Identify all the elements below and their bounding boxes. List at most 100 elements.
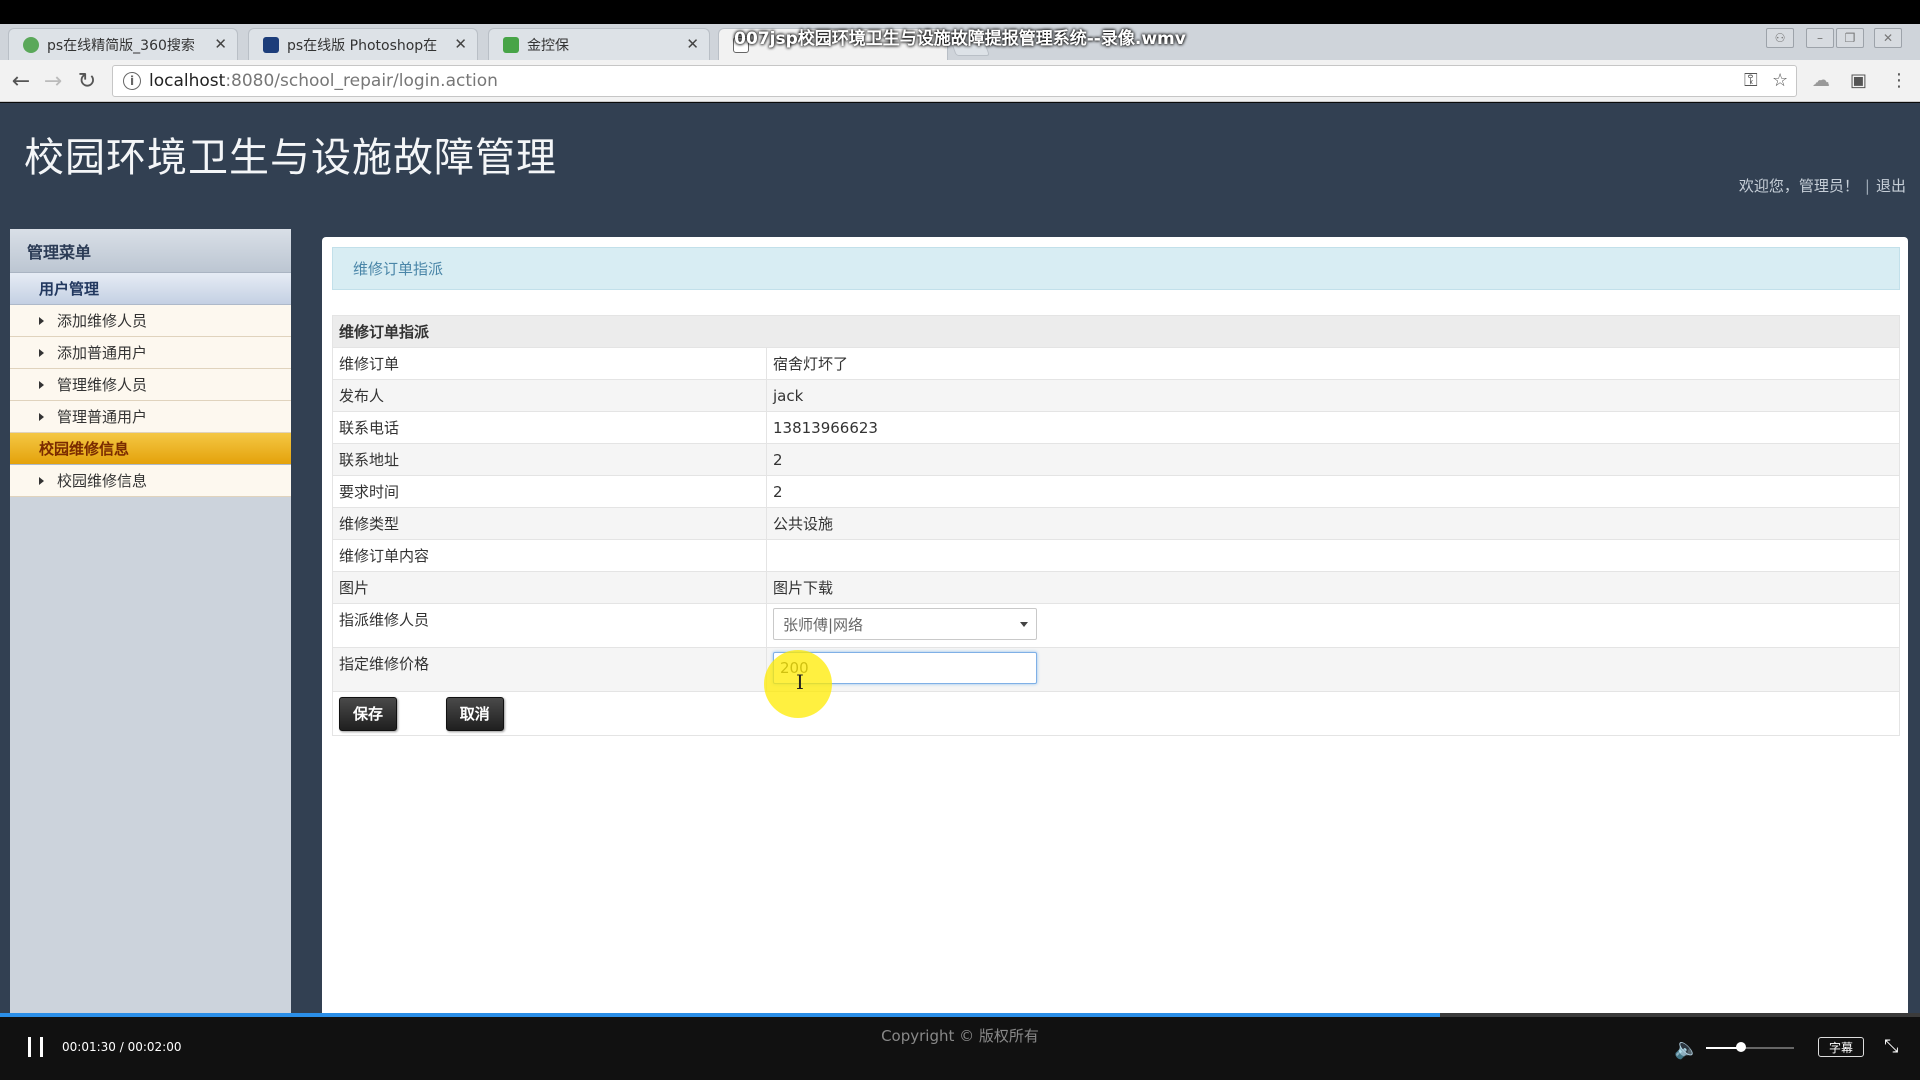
caret-right-icon — [39, 412, 44, 421]
table-row: 图片 图片下载 — [332, 571, 1900, 604]
url-host: localhost — [149, 71, 226, 91]
browser-tabstrip: ps在线精简版_360搜索 ✕ ps在线版 Photoshop在 ✕ 金控保 ✕… — [0, 24, 1920, 60]
caret-right-icon — [39, 316, 44, 325]
star-icon[interactable]: ☆ — [1772, 70, 1788, 91]
volume-knob[interactable] — [1736, 1042, 1746, 1052]
field-value: 2 — [766, 443, 1900, 476]
back-icon[interactable]: ← — [8, 68, 34, 94]
table-row: 发布人 jack — [332, 379, 1900, 412]
field-label: 维修类型 — [332, 507, 767, 540]
tab-title: ps在线精简版_360搜索 — [47, 37, 195, 54]
menu-item-label: 管理普通用户 — [57, 408, 148, 426]
table-header-row: 维修订单指派 — [332, 315, 1900, 348]
table-row: 维修订单 宿舍灯坏了 — [332, 347, 1900, 380]
user-icon[interactable]: ⚇ — [1766, 28, 1794, 48]
volume-slider[interactable] — [1706, 1047, 1794, 1049]
video-player: ps在线精简版_360搜索 ✕ ps在线版 Photoshop在 ✕ 金控保 ✕… — [0, 0, 1920, 1080]
chevron-down-icon — [1020, 622, 1028, 627]
tab-title: 金控保 — [527, 37, 569, 54]
field-label: 联系地址 — [332, 443, 767, 476]
menu-group-user-management[interactable]: 用户管理 — [10, 273, 291, 305]
forward-icon[interactable]: → — [40, 68, 66, 94]
form-title: 维修订单指派 — [332, 315, 1900, 348]
web-page: 校园环境卫生与设施故障管理 欢迎您，管理员！ | 退出 管理菜单 用户管理 添加维修… — [0, 103, 1920, 1020]
logout-link[interactable]: 退出 — [1876, 177, 1906, 195]
browser-tab-1[interactable]: ps在线精简版_360搜索 ✕ — [8, 28, 238, 60]
table-row: 维修订单内容 — [332, 539, 1900, 572]
actions-cell: 保存 取消 — [332, 691, 1900, 736]
menu-item-manage-user[interactable]: 管理普通用户 — [10, 401, 291, 433]
browser-tab-4[interactable] — [718, 28, 948, 60]
subtitle-button[interactable]: 字幕 — [1818, 1037, 1864, 1057]
menu-item-label: 添加普通用户 — [57, 344, 148, 362]
close-icon[interactable]: ✕ — [686, 35, 699, 53]
info-icon[interactable]: i — [123, 72, 141, 90]
assign-form-table: 维修订单指派 维修订单 宿舍灯坏了 发布人 jack 联系电话 13813966623… — [332, 315, 1900, 736]
field-label: 指派维修人员 — [332, 603, 767, 648]
field-value: 公共设施 — [766, 507, 1900, 540]
menu-item-add-repairman[interactable]: 添加维修人员 — [10, 305, 291, 337]
close-window-icon[interactable]: ✕ — [1874, 28, 1902, 48]
volume-icon[interactable]: 🔈 — [1674, 1036, 1699, 1060]
caret-right-icon — [39, 380, 44, 389]
field-label: 维修订单内容 — [332, 539, 767, 572]
table-row: 联系地址 2 — [332, 443, 1900, 476]
table-row: 指定维修价格 — [332, 647, 1900, 692]
key-icon[interactable]: ⚿ — [1744, 70, 1758, 91]
site-title: 校园环境卫生与设施故障管理 — [24, 135, 557, 181]
field-value — [766, 539, 1900, 572]
reload-icon[interactable]: ↻ — [74, 68, 100, 94]
close-icon[interactable]: ✕ — [214, 35, 227, 53]
field-value — [766, 647, 1900, 692]
cloud-icon[interactable]: ☁ — [1812, 70, 1830, 91]
field-value: 张师傅|网络 — [766, 603, 1900, 648]
separator: | — [1864, 177, 1870, 195]
menu-item-repair-info[interactable]: 校园维修信息 — [10, 465, 291, 497]
table-row: 联系电话 13813966623 — [332, 411, 1900, 444]
new-tab-button[interactable] — [947, 34, 991, 56]
field-value: 宿舍灯坏了 — [766, 347, 1900, 380]
sidebar: 管理菜单 用户管理 添加维修人员 添加普通用户 管理维修人员 管理普通用户 校园… — [10, 229, 291, 1020]
welcome-text: 欢迎您，管理员！ — [1738, 177, 1859, 195]
select-value: 张师傅|网络 — [783, 615, 864, 634]
close-icon[interactable]: ✕ — [454, 35, 467, 53]
save-button[interactable]: 保存 — [339, 696, 397, 731]
extension-icon[interactable]: ▣ — [1850, 70, 1867, 91]
menu-item-label: 管理维修人员 — [57, 376, 148, 394]
browser-tab-2[interactable]: ps在线版 Photoshop在 ✕ — [248, 28, 478, 60]
sidebar-title: 管理菜单 — [10, 229, 291, 273]
field-value: jack — [766, 379, 1900, 412]
browser-tab-3[interactable]: 金控保 ✕ — [488, 28, 710, 60]
restore-icon[interactable]: ❐ — [1836, 28, 1864, 48]
menu-item-label: 校园维修信息 — [57, 472, 148, 490]
caret-right-icon — [39, 476, 44, 485]
image-download-link[interactable]: 图片下载 — [766, 571, 1900, 604]
menu-group-repair-info[interactable]: 校园维修信息 — [10, 433, 291, 465]
main-content: 维修订单指派 维修订单指派 维修订单 宿舍灯坏了 发布人 jack 联系电话 1381… — [322, 237, 1908, 1020]
pause-icon[interactable] — [26, 1037, 48, 1059]
menu-item-manage-repairman[interactable]: 管理维修人员 — [10, 369, 291, 401]
field-label: 要求时间 — [332, 475, 767, 508]
menu-item-add-user[interactable]: 添加普通用户 — [10, 337, 291, 369]
welcome-bar: 欢迎您，管理员！ | 退出 — [1739, 175, 1906, 196]
field-label: 指定维修价格 — [332, 647, 767, 692]
price-input[interactable] — [773, 652, 1037, 684]
tab-title: ps在线版 Photoshop在 — [287, 37, 438, 54]
video-top-bar — [0, 0, 1920, 24]
browser-toolbar: ← → ↻ i localhost:8080/school_repair/log… — [0, 60, 1920, 102]
cancel-button[interactable]: 取消 — [445, 696, 504, 731]
field-label: 图片 — [332, 571, 767, 604]
field-label: 维修订单 — [332, 347, 767, 380]
address-bar[interactable]: i localhost:8080/school_repair/login.act… — [112, 65, 1797, 97]
field-value: 13813966623 — [766, 411, 1900, 444]
minimize-icon[interactable]: – — [1806, 28, 1834, 48]
leaf-icon — [503, 36, 519, 53]
url-path: :8080/school_repair/login.action — [225, 71, 498, 91]
timecode: 00:01:30 / 00:02:00 — [62, 1040, 182, 1054]
menu-icon[interactable]: ⋮ — [1890, 70, 1908, 91]
fullscreen-exit-icon[interactable]: ⤡ — [1884, 1036, 1898, 1057]
field-label: 联系电话 — [332, 411, 767, 444]
field-label: 发布人 — [332, 379, 767, 412]
actions-row: 保存 取消 — [332, 691, 1900, 736]
repairman-select[interactable]: 张师傅|网络 — [773, 608, 1037, 640]
